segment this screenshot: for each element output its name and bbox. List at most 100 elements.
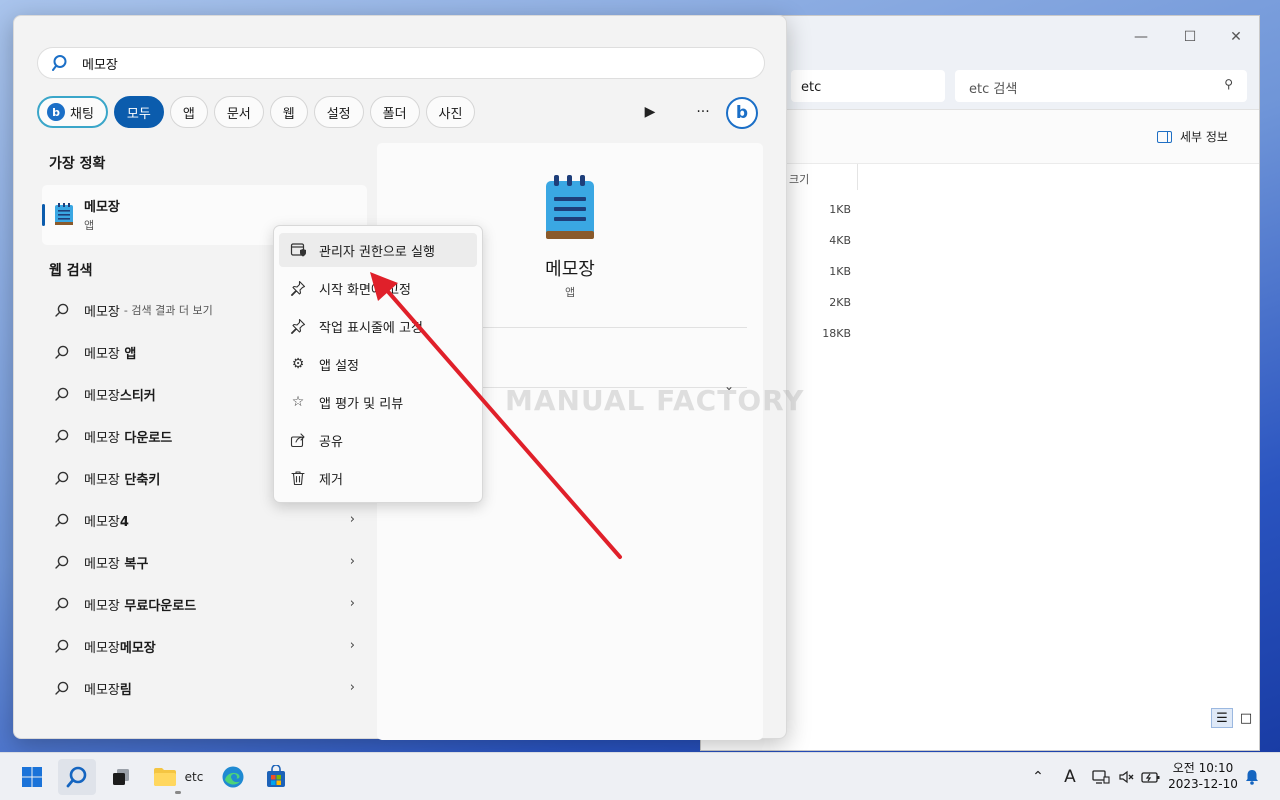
- battery-icon[interactable]: [1140, 753, 1162, 800]
- minimize-icon[interactable]: —: [1127, 26, 1155, 48]
- start-button[interactable]: [14, 759, 50, 795]
- filter-photos[interactable]: 사진: [425, 96, 476, 128]
- filter-label: 앱: [182, 106, 195, 122]
- store-icon: [267, 765, 285, 787]
- volume-muted-icon[interactable]: [1116, 753, 1138, 800]
- menu-item-share[interactable]: 공유: [279, 423, 477, 457]
- search-icon: [55, 681, 69, 695]
- large-icons-view-icon[interactable]: □: [1235, 708, 1257, 728]
- chevron-right-icon[interactable]: ›: [350, 680, 355, 695]
- web-item-text: 메모장림: [84, 682, 132, 698]
- taskbar-file-explorer[interactable]: etc: [146, 759, 210, 795]
- search-filter-bar: b 채팅 모두 앱 문서 웹 설정 폴더 사진: [37, 96, 476, 128]
- maximize-icon[interactable]: ☐: [1176, 26, 1204, 48]
- more-options-icon[interactable]: ···: [689, 98, 717, 126]
- taskbar-store[interactable]: [259, 759, 293, 795]
- selection-accent: [42, 204, 45, 226]
- filter-web[interactable]: 웹: [269, 96, 308, 128]
- filter-label: 모두: [126, 106, 151, 122]
- menu-item-pin-to-taskbar[interactable]: 작업 표시줄에 고정: [279, 309, 477, 343]
- chevron-up-icon[interactable]: ⌃: [1027, 753, 1049, 800]
- notepad-icon: [55, 203, 73, 225]
- gear-icon: ⚙: [291, 356, 305, 372]
- filter-documents[interactable]: 문서: [213, 96, 264, 128]
- network-icon[interactable]: [1090, 753, 1112, 800]
- search-icon: [52, 55, 67, 71]
- trash-icon: [289, 469, 307, 487]
- taskbar-clock[interactable]: 오전 10:10 2023-12-10: [1166, 760, 1240, 792]
- file-size-cell: 4KB: [829, 234, 851, 247]
- best-match-type: 앱: [84, 219, 95, 232]
- taskbar-search-button[interactable]: [58, 759, 96, 795]
- folder-icon: [153, 768, 176, 786]
- task-view-button[interactable]: [104, 759, 138, 795]
- filter-folders[interactable]: 폴더: [369, 96, 420, 128]
- chevron-right-icon[interactable]: ›: [350, 596, 355, 611]
- chevron-right-icon[interactable]: ›: [350, 512, 355, 527]
- input-method-icon[interactable]: A: [1058, 753, 1082, 800]
- more-filters-play-icon[interactable]: ▶: [636, 98, 664, 126]
- details-pane-button[interactable]: 세부 정보: [1157, 128, 1228, 145]
- details-view-icon[interactable]: ☰: [1211, 708, 1233, 728]
- best-match-name: 메모장: [84, 200, 120, 215]
- menu-item-pin-to-start[interactable]: 시작 화면에 고정: [279, 271, 477, 305]
- running-indicator: [175, 791, 181, 794]
- search-icon: [55, 597, 69, 611]
- notification-bell-icon[interactable]: [1242, 753, 1262, 800]
- pin-icon: [289, 279, 307, 297]
- explorer-search-box[interactable]: etc 검색 ⚲: [955, 70, 1247, 102]
- share-icon: [289, 431, 307, 449]
- shield-window-icon: [289, 241, 307, 259]
- filter-label: 폴더: [382, 106, 407, 122]
- view-toggle: ☰ □: [1211, 708, 1257, 728]
- best-match-title: 가장 정확: [49, 156, 106, 172]
- menu-item-label: 공유: [319, 434, 343, 450]
- search-icon: [55, 639, 69, 653]
- web-item-text: 메모장메모장: [84, 640, 156, 656]
- file-size-cell: 1KB: [829, 203, 851, 216]
- web-item-text: 메모장스티커: [84, 388, 156, 404]
- menu-item-uninstall[interactable]: 제거: [279, 461, 477, 495]
- search-icon: [55, 555, 69, 569]
- web-item-text: 메모장 무료다운로드: [84, 598, 197, 614]
- taskbar-edge[interactable]: [216, 759, 250, 795]
- web-item-text: 메모장: [84, 304, 120, 320]
- chevron-right-icon[interactable]: ›: [350, 554, 355, 569]
- address-bar[interactable]: etc: [791, 70, 945, 102]
- menu-item-label: 앱 설정: [319, 358, 360, 374]
- search-icon: [55, 303, 69, 317]
- close-icon[interactable]: ✕: [1222, 26, 1250, 48]
- taskbar: etc ⌃ A 오전 10:10 2023-12-10: [0, 752, 1280, 800]
- watermark: MANUAL FACTORY: [505, 384, 805, 417]
- web-search-item[interactable]: 메모장메모장 ›: [42, 627, 367, 665]
- search-input[interactable]: [82, 53, 682, 73]
- web-search-item[interactable]: 메모장 복구 ›: [42, 543, 367, 581]
- clock-date: 2023-12-10: [1168, 777, 1238, 791]
- web-item-text: 메모장 단축키: [84, 472, 161, 488]
- web-item-hint: - 검색 결과 더 보기: [123, 304, 213, 317]
- menu-item-label: 관리자 권한으로 실행: [319, 244, 435, 260]
- pin-icon: [289, 317, 307, 335]
- column-header-size[interactable]: 크기: [789, 171, 809, 187]
- details-pane-icon: [1157, 130, 1172, 143]
- bing-icon[interactable]: b: [726, 97, 758, 129]
- windows-logo-icon: [22, 767, 42, 787]
- menu-item-app-settings[interactable]: ⚙ 앱 설정: [279, 347, 477, 381]
- web-search-item[interactable]: 메모장4 ›: [42, 501, 367, 539]
- filter-all[interactable]: 모두: [113, 96, 164, 128]
- chevron-right-icon[interactable]: ›: [350, 638, 355, 653]
- menu-item-run-as-admin[interactable]: 관리자 권한으로 실행: [279, 233, 477, 267]
- filter-chat[interactable]: b 채팅: [37, 96, 108, 128]
- web-item-text: 메모장 복구: [84, 556, 149, 572]
- filter-settings[interactable]: 설정: [313, 96, 364, 128]
- web-search-item[interactable]: 메모장림 ›: [42, 669, 367, 707]
- filter-label: 사진: [438, 106, 463, 122]
- search-icon: [55, 429, 69, 443]
- filter-apps[interactable]: 앱: [169, 96, 208, 128]
- details-label: 세부 정보: [1180, 130, 1228, 144]
- context-menu: 관리자 권한으로 실행 시작 화면에 고정 작업 표시줄에 고정 ⚙ 앱 설정 …: [273, 225, 483, 503]
- search-box[interactable]: [37, 47, 765, 79]
- menu-item-rate-review[interactable]: ☆ 앱 평가 및 리뷰: [279, 385, 477, 419]
- web-search-item[interactable]: 메모장 무료다운로드 ›: [42, 585, 367, 623]
- search-icon: [66, 766, 87, 788]
